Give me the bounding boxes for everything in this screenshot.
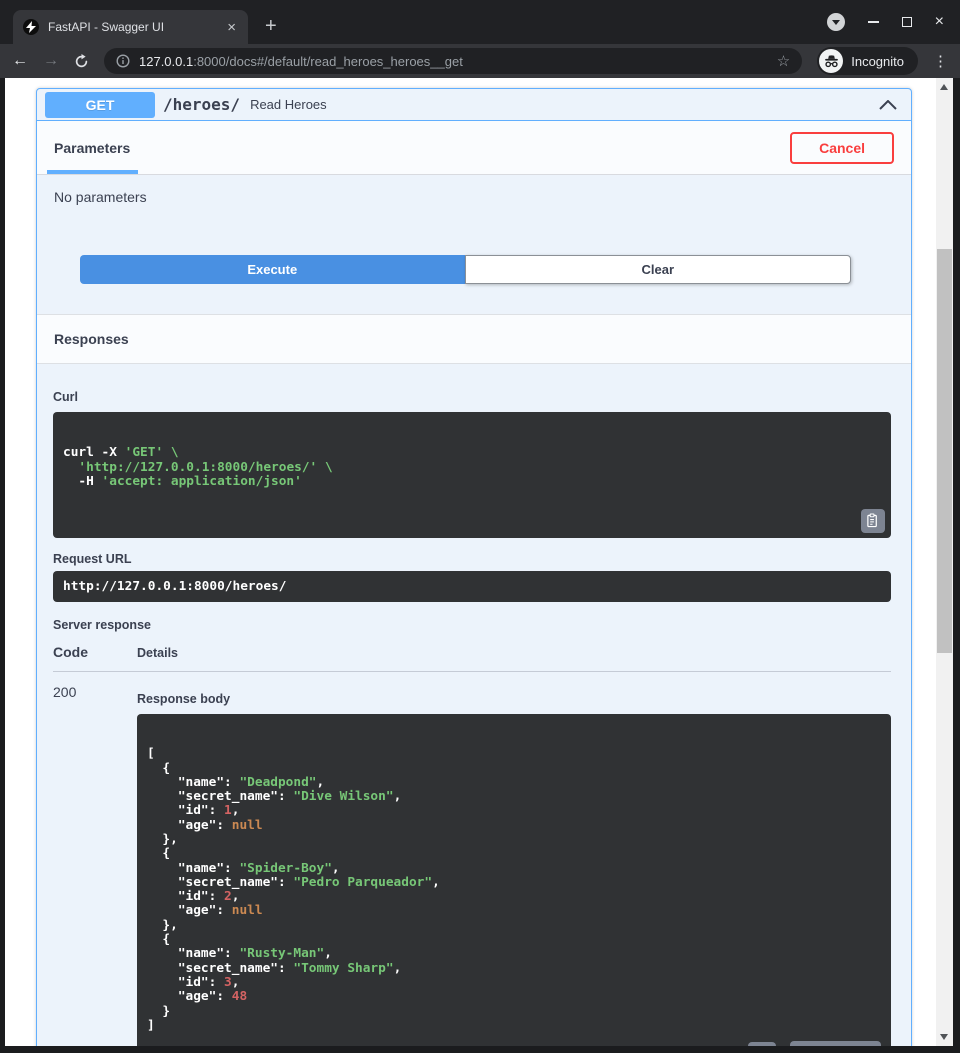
execute-button[interactable]: Execute	[80, 255, 465, 284]
site-info-icon[interactable]	[116, 54, 130, 68]
endpoint-path: /heroes/	[163, 95, 240, 114]
response-body-label: Response body	[137, 692, 891, 706]
curl-label: Curl	[53, 390, 891, 404]
code-line: ]	[147, 1019, 881, 1033]
details-column-header: Details	[137, 646, 178, 660]
tab-strip: FastAPI - Swagger UI × + ×	[0, 0, 960, 44]
swagger-page: GET /heroes/ Read Heroes Parameters Canc…	[5, 78, 936, 1046]
code-line: "age": null	[147, 819, 881, 833]
code-line: "id": 2,	[147, 890, 881, 904]
window-border-right	[953, 78, 960, 1046]
scroll-down-arrow-icon[interactable]	[940, 1034, 948, 1040]
fastapi-favicon-icon	[23, 19, 39, 35]
response-table-header: Code Details	[53, 644, 891, 660]
response-body-code: [ { "name": "Deadpond", "secret_name": "…	[147, 747, 881, 1033]
download-button[interactable]: Download	[790, 1041, 881, 1046]
browser-menu-icon[interactable]: ⋮	[933, 52, 948, 70]
response-details-cell: Response body [ { "name": "Deadpond", "s…	[137, 684, 891, 1046]
tab-title: FastAPI - Swagger UI	[48, 20, 216, 34]
code-line: {	[147, 933, 881, 947]
code-line: curl -X 'GET' \	[63, 446, 881, 460]
forward-button[interactable]: →	[43, 53, 59, 69]
reload-button[interactable]	[74, 54, 89, 69]
copy-response-button[interactable]	[748, 1042, 776, 1046]
opblock-get-heroes: GET /heroes/ Read Heroes Parameters Canc…	[36, 88, 912, 1046]
code-line: "age": null	[147, 904, 881, 918]
endpoint-summary: Read Heroes	[250, 97, 327, 112]
code-line: "secret_name": "Tommy Sharp",	[147, 962, 881, 976]
close-window-button[interactable]: ×	[935, 17, 944, 27]
code-line: "secret_name": "Pedro Parqueador",	[147, 876, 881, 890]
browser-toolbar: ← → 127.0.0.1:8000/docs#/default/read_he…	[0, 44, 960, 78]
code-line: "name": "Deadpond",	[147, 776, 881, 790]
curl-command-code: curl -X 'GET' \ 'http://127.0.0.1:8000/h…	[63, 446, 881, 489]
code-line: },	[147, 833, 881, 847]
browser-tab[interactable]: FastAPI - Swagger UI ×	[13, 10, 248, 44]
parameters-tab-underline	[47, 170, 138, 174]
code-line: -H 'accept: application/json'	[63, 475, 881, 489]
code-line: },	[147, 919, 881, 933]
url-path: :8000/docs#/default/read_heroes_heroes__…	[193, 54, 463, 69]
code-column-header: Code	[53, 644, 137, 660]
back-button[interactable]: ←	[12, 53, 28, 69]
http-method-badge: GET	[45, 92, 155, 118]
code-line: "name": "Rusty-Man",	[147, 947, 881, 961]
response-body-actions: Download	[748, 1041, 881, 1046]
tab-search-icon[interactable]	[827, 13, 845, 31]
code-line: [	[147, 747, 881, 761]
code-line: "name": "Spider-Boy",	[147, 862, 881, 876]
server-response-label: Server response	[53, 618, 891, 632]
scrollbar-thumb[interactable]	[937, 249, 952, 653]
code-line: {	[147, 847, 881, 861]
clear-button[interactable]: Clear	[465, 255, 852, 284]
execute-button-row: Execute Clear	[80, 255, 851, 284]
page-scrollbar[interactable]	[936, 78, 953, 1046]
code-line: }	[147, 1005, 881, 1019]
code-line: "id": 1,	[147, 804, 881, 818]
parameters-body: No parameters Execute Clear	[37, 175, 911, 284]
request-url-block: http://127.0.0.1:8000/heroes/	[53, 571, 891, 602]
incognito-badge: Incognito	[817, 47, 918, 75]
responses-section-header: Responses	[37, 314, 911, 364]
parameters-section-header: Parameters Cancel	[37, 121, 911, 175]
code-line: "secret_name": "Dive Wilson",	[147, 790, 881, 804]
parameters-title: Parameters	[54, 140, 130, 156]
collapse-chevron-icon[interactable]	[879, 100, 897, 110]
status-code: 200	[53, 684, 137, 1046]
code-line: "age": 48	[147, 990, 881, 1004]
curl-command-block: curl -X 'GET' \ 'http://127.0.0.1:8000/h…	[53, 412, 891, 538]
incognito-label: Incognito	[851, 54, 904, 69]
content-area: GET /heroes/ Read Heroes Parameters Canc…	[0, 78, 960, 1046]
url-text: 127.0.0.1:8000/docs#/default/read_heroes…	[139, 54, 768, 69]
url-host: 127.0.0.1	[139, 54, 193, 69]
code-line: "id": 3,	[147, 976, 881, 990]
code-line: {	[147, 762, 881, 776]
browser-window: FastAPI - Swagger UI × + × ← →	[0, 0, 960, 1053]
url-bar[interactable]: 127.0.0.1:8000/docs#/default/read_heroes…	[104, 48, 802, 74]
request-url-label: Request URL	[53, 552, 891, 566]
no-parameters-text: No parameters	[54, 189, 881, 205]
cancel-button[interactable]: Cancel	[790, 132, 894, 164]
new-tab-button[interactable]: +	[265, 16, 277, 36]
responses-title: Responses	[54, 331, 129, 347]
copy-curl-button[interactable]	[861, 509, 885, 533]
window-controls: ×	[827, 13, 944, 31]
window-border-bottom	[0, 1046, 960, 1053]
responses-body: Curl curl -X 'GET' \ 'http://127.0.0.1:8…	[37, 390, 911, 1046]
tab-close-icon[interactable]: ×	[225, 20, 238, 35]
incognito-icon	[819, 49, 843, 73]
response-row-200: 200 Response body [ { "name": "Deadpond"…	[53, 672, 891, 1046]
maximize-button[interactable]	[902, 17, 912, 27]
bookmark-star-icon[interactable]: ☆	[777, 52, 790, 70]
minimize-button[interactable]	[868, 21, 879, 23]
scroll-up-arrow-icon[interactable]	[940, 84, 948, 90]
response-body-block: [ { "name": "Deadpond", "secret_name": "…	[137, 714, 891, 1046]
opblock-header[interactable]: GET /heroes/ Read Heroes	[37, 89, 911, 121]
code-line: 'http://127.0.0.1:8000/heroes/' \	[63, 461, 881, 475]
